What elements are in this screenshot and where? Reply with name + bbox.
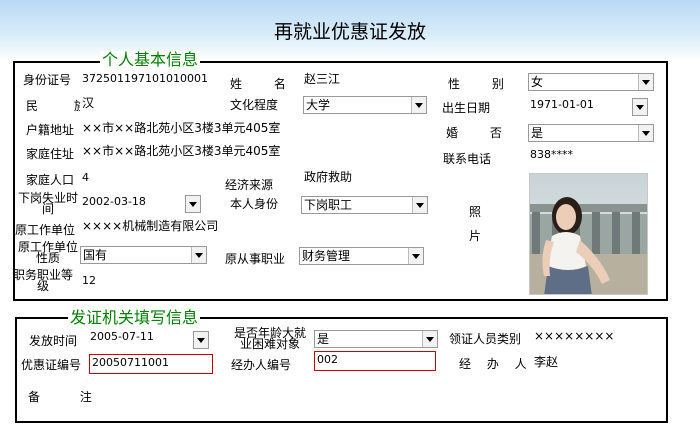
family-label: 家庭人口 — [26, 173, 74, 187]
family-field[interactable]: 4 — [80, 170, 217, 186]
cert-number-label: 优惠证编号 — [21, 358, 81, 372]
hukou-field[interactable]: ××市××路北苑小区3楼3单元405室 — [80, 120, 422, 136]
name-field[interactable]: 赵三江 — [302, 71, 425, 87]
job-label: 原从事职业 — [225, 252, 285, 266]
marriage-select[interactable]: 是 — [528, 124, 654, 142]
handler-number-label: 经办人编号 — [231, 358, 291, 372]
age-difficulty-select[interactable]: 是 — [314, 330, 438, 348]
personal-info-legend: 个人基本信息 — [100, 51, 200, 69]
nature-label: 原工作单位性质 — [17, 242, 79, 264]
education-label: 文化程度 — [230, 98, 278, 112]
income-field[interactable]: 政府救助 — [302, 169, 425, 185]
date-picker-button[interactable] — [185, 195, 201, 213]
birth-field[interactable]: 1971-01-01 — [528, 97, 628, 113]
remark-label: 备 注 — [28, 390, 110, 404]
ethnic-field[interactable]: 汉 — [80, 95, 217, 111]
education-select[interactable]: 大学 — [303, 96, 427, 114]
phone-field[interactable]: 838**** — [528, 147, 648, 163]
birth-label: 出生日期 — [442, 101, 490, 115]
gender-label: 性 别 — [448, 77, 518, 91]
handler-number-field[interactable]: 002 — [314, 351, 436, 371]
home-label: 家庭住址 — [26, 147, 74, 161]
chevron-down-icon — [638, 74, 653, 90]
marriage-label: 婚 否 — [446, 126, 516, 140]
handler-label: 经 办 人 — [459, 357, 533, 371]
hukou-label: 户籍地址 — [26, 123, 74, 137]
nature-value: 国有 — [83, 248, 107, 262]
issue-date-field[interactable]: 2005-07-11 — [88, 329, 188, 345]
cert-number-field[interactable]: 20050711001 — [89, 354, 213, 374]
identity-select[interactable]: 下岗职工 — [301, 196, 428, 214]
gender-value: 女 — [531, 75, 543, 89]
receiver-type-label: 领证人员类别 — [449, 332, 521, 346]
photo-image — [529, 173, 648, 295]
identity-value: 下岗职工 — [304, 198, 352, 212]
gender-select[interactable]: 女 — [528, 73, 654, 91]
chevron-down-icon — [412, 197, 427, 213]
portrait-photo — [530, 174, 648, 295]
chevron-down-icon — [411, 97, 426, 113]
education-value: 大学 — [306, 98, 330, 112]
job-value: 财务管理 — [302, 249, 350, 263]
income-label: 经济来源 — [225, 178, 273, 192]
photo-label: 照片 — [468, 200, 482, 248]
nature-select[interactable]: 国有 — [80, 246, 207, 264]
name-label: 姓 名 — [230, 77, 300, 91]
chevron-down-icon — [422, 331, 437, 347]
id-field[interactable]: 372501197101010001 — [80, 71, 217, 87]
employer-label: 原工作单位 — [15, 223, 75, 237]
receiver-type-value: ×××××××× — [534, 329, 614, 343]
chevron-down-icon — [191, 247, 206, 263]
id-label: 身份证号 — [23, 73, 71, 87]
handler-value: 李赵 — [534, 355, 558, 369]
date-picker-button[interactable] — [632, 98, 648, 116]
marriage-value: 是 — [531, 126, 543, 140]
job-select[interactable]: 财务管理 — [299, 247, 424, 265]
age-difficulty-label: 是否年龄大就业困难对象 — [229, 328, 311, 350]
page-title: 再就业优惠证发放 — [0, 17, 700, 44]
home-field[interactable]: ××市××路北苑小区3楼3单元405室 — [80, 143, 422, 159]
identity-label: 本人身份 — [230, 197, 278, 211]
layoff-field[interactable]: 2002-03-18 — [80, 194, 180, 210]
grade-label: 职务职业等级 — [11, 270, 75, 292]
age-difficulty-value: 是 — [317, 332, 329, 346]
date-picker-button[interactable] — [193, 331, 209, 349]
grade-value: 12 — [82, 274, 96, 288]
issuer-info-legend: 发证机关填写信息 — [68, 309, 200, 327]
phone-label: 联系电话 — [443, 152, 491, 166]
chevron-down-icon — [638, 125, 653, 141]
issue-date-label: 发放时间 — [29, 334, 77, 348]
layoff-label: 下岗失业时间 — [17, 193, 79, 215]
employer-field[interactable]: ××××机械制造有限公司 — [80, 218, 280, 234]
chevron-down-icon — [408, 248, 423, 264]
